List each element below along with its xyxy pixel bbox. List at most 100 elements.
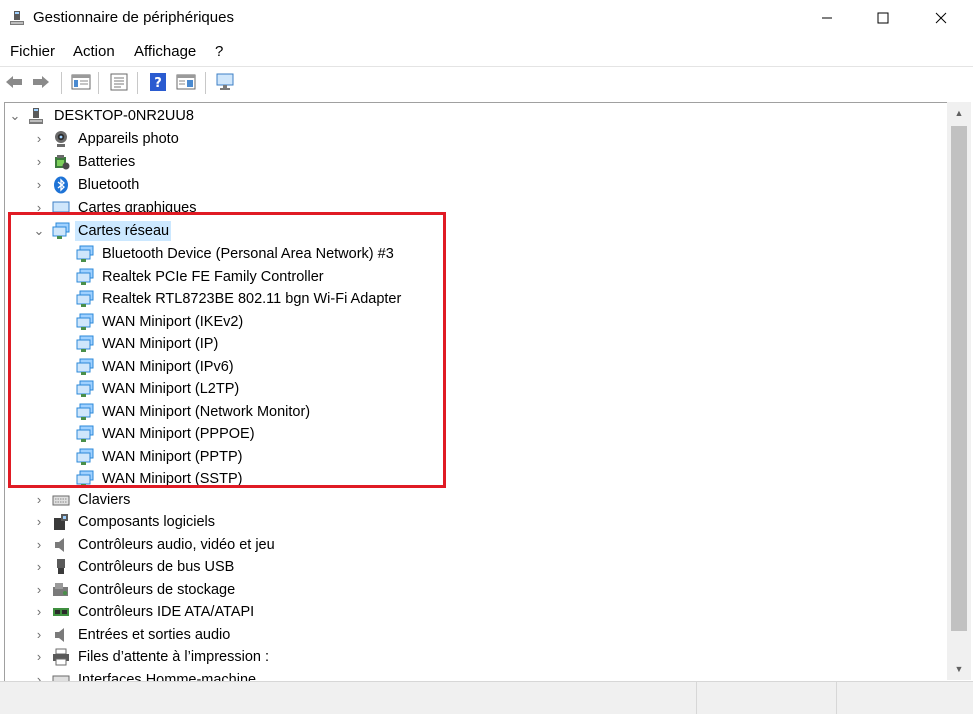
help-icon: ? (150, 73, 166, 91)
category-label: Appareils photo (78, 131, 179, 147)
computer-name: DESKTOP-0NR2UU8 (54, 108, 194, 124)
device-label: Bluetooth Device (Personal Area Network)… (102, 246, 394, 262)
scan-hardware-button[interactable] (215, 71, 237, 93)
device-label: WAN Miniport (IP) (102, 336, 219, 352)
network-adapter-icon (76, 313, 94, 330)
expand-chevron-icon[interactable]: › (33, 672, 45, 681)
scan-hardware-icon (216, 73, 234, 90)
category-label: Interfaces Homme-machine (78, 672, 257, 681)
properties-button[interactable] (108, 71, 130, 93)
network-adapter-device[interactable]: WAN Miniport (IPv6) (5, 356, 945, 378)
network-adapter-device[interactable]: WAN Miniport (Network Monitor) (5, 401, 945, 423)
console-tree-button[interactable] (70, 71, 92, 93)
forward-button[interactable] (30, 71, 52, 93)
menu-affichage[interactable]: Affichage (134, 43, 196, 60)
network-adapter-device[interactable]: Realtek PCIe FE Family Controller (5, 266, 945, 288)
network-adapter-icon (76, 290, 94, 307)
collapse-chevron-icon[interactable]: ⌄ (9, 108, 21, 124)
update-driver-icon (176, 74, 196, 90)
update-driver-button[interactable] (175, 71, 197, 93)
menu-action[interactable]: Action (73, 43, 115, 60)
device-label: WAN Miniport (IPv6) (102, 359, 234, 375)
network-adapter-device[interactable]: Bluetooth Device (Personal Area Network)… (5, 243, 945, 265)
tree-category[interactable]: › Appareils photo (5, 128, 945, 150)
maximize-button[interactable] (854, 0, 912, 36)
back-arrow-icon (6, 76, 22, 88)
expand-chevron-icon[interactable]: › (33, 514, 45, 530)
expand-chevron-icon[interactable]: › (33, 200, 45, 216)
tree-category-expanded[interactable]: ⌄ Cartes réseau (5, 220, 945, 242)
device-manager-icon (10, 11, 24, 25)
menu-fichier[interactable]: Fichier (10, 43, 55, 60)
storage-controller-icon (53, 583, 68, 596)
device-label: WAN Miniport (PPPOE) (102, 426, 255, 442)
network-adapter-icon (76, 380, 94, 397)
tree-category[interactable]: › Interfaces Homme-machine (5, 669, 945, 681)
tree-category[interactable]: › Contrôleurs IDE ATA/ATAPI (5, 601, 945, 623)
expand-chevron-icon[interactable]: › (33, 582, 45, 598)
category-label: Contrôleurs de bus USB (78, 559, 235, 575)
scroll-up-arrow-icon[interactable]: ▲ (947, 104, 971, 122)
minimize-button[interactable] (798, 0, 856, 36)
expand-chevron-icon[interactable]: › (33, 537, 45, 553)
expand-chevron-icon[interactable]: › (33, 559, 45, 575)
back-button[interactable] (3, 71, 25, 93)
category-label: Batteries (78, 154, 136, 170)
network-adapter-device[interactable]: WAN Miniport (L2TP) (5, 378, 945, 400)
scroll-thumb[interactable] (951, 126, 967, 631)
network-adapter-icon (76, 425, 94, 442)
tree-root[interactable]: ⌄ DESKTOP-0NR2UU8 (5, 105, 945, 127)
close-button[interactable] (912, 0, 970, 36)
maximize-icon (877, 12, 889, 24)
network-adapter-device[interactable]: WAN Miniport (SSTP) (5, 468, 945, 490)
device-label: Realtek PCIe FE Family Controller (102, 269, 324, 285)
tree-category[interactable]: › Files d’attente à l’impression : (5, 646, 945, 668)
keyboard-icon (52, 495, 70, 506)
tree-category[interactable]: › Cartes graphiques (5, 197, 945, 219)
svg-text:?: ? (154, 76, 162, 91)
software-component-icon (54, 514, 68, 530)
network-adapter-device[interactable]: WAN Miniport (IKEv2) (5, 311, 945, 333)
tree-category[interactable]: › Entrées et sorties audio (5, 624, 945, 646)
network-adapter-device[interactable]: Realtek RTL8723BE 802.11 bgn Wi-Fi Adapt… (5, 288, 945, 310)
toolbar-separator (137, 72, 138, 94)
tree-category[interactable]: › Claviers (5, 489, 945, 511)
category-label: Bluetooth (78, 177, 140, 193)
network-adapter-icon (76, 335, 94, 352)
camera-icon (55, 131, 67, 147)
device-label: WAN Miniport (Network Monitor) (102, 404, 311, 420)
network-adapter-device[interactable]: WAN Miniport (IP) (5, 333, 945, 355)
device-label: WAN Miniport (SSTP) (102, 471, 243, 487)
toolbar-separator (61, 72, 62, 94)
title-bar: Gestionnaire de périphériques (0, 0, 973, 36)
tree-category[interactable]: › Contrôleurs de bus USB (5, 556, 945, 578)
speaker-icon (55, 538, 64, 552)
tree-category[interactable]: › Batteries (5, 151, 945, 173)
device-tree: ⌄ DESKTOP-0NR2UU8 › Appareils photo › Ba… (4, 102, 948, 681)
expand-chevron-icon[interactable]: › (33, 154, 45, 170)
expand-chevron-icon[interactable]: › (33, 604, 45, 620)
battery-icon (55, 155, 70, 170)
scroll-down-arrow-icon[interactable]: ▼ (947, 660, 971, 678)
collapse-chevron-icon[interactable]: ⌄ (33, 223, 45, 239)
minimize-icon (822, 17, 832, 19)
vertical-scrollbar[interactable]: ▲ ▼ (947, 102, 971, 680)
tree-category[interactable]: › Contrôleurs audio, vidéo et jeu (5, 534, 945, 556)
status-bar (0, 681, 973, 714)
category-label: Entrées et sorties audio (78, 627, 231, 643)
network-adapter-device[interactable]: WAN Miniport (PPTP) (5, 446, 945, 468)
printer-icon (53, 648, 69, 666)
help-button[interactable]: ? (147, 71, 169, 93)
network-adapter-device[interactable]: WAN Miniport (PPPOE) (5, 423, 945, 445)
menu-help[interactable]: ? (215, 43, 223, 60)
tree-category[interactable]: › Contrôleurs de stockage (5, 579, 945, 601)
expand-chevron-icon[interactable]: › (33, 649, 45, 665)
tree-category[interactable]: › Composants logiciels (5, 511, 945, 533)
expand-chevron-icon[interactable]: › (33, 177, 45, 193)
expand-chevron-icon[interactable]: › (33, 492, 45, 508)
computer-icon (29, 108, 43, 124)
tree-category[interactable]: › Bluetooth (5, 174, 945, 196)
expand-chevron-icon[interactable]: › (33, 627, 45, 643)
expand-chevron-icon[interactable]: › (33, 131, 45, 147)
category-label: Contrôleurs de stockage (78, 582, 236, 598)
